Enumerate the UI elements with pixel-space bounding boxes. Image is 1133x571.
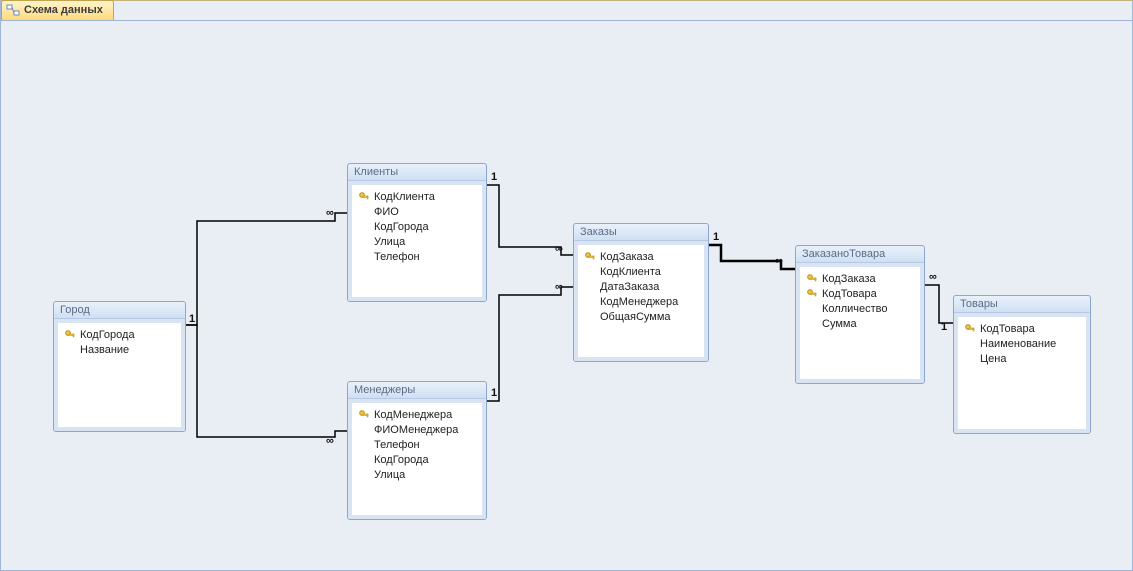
field-row[interactable]: КодТовара — [806, 286, 914, 301]
field-name: ДатаЗаказа — [600, 281, 659, 293]
key-icon — [806, 273, 818, 285]
table-menedzhery[interactable]: Менеджеры КодМенеджера ФИОМенеджера Теле… — [347, 381, 487, 520]
field-name: КодЗаказа — [822, 273, 876, 285]
table-klienty[interactable]: Клиенты КодКлиента ФИО КодГорода Улица Т… — [347, 163, 487, 302]
field-row[interactable]: Название — [64, 342, 175, 357]
field-name: Улица — [374, 469, 405, 481]
rel-mark-one: 1 — [713, 231, 719, 243]
table-title: Товары — [954, 296, 1090, 313]
field-name: Телефон — [374, 251, 420, 263]
relationships-icon — [6, 3, 20, 17]
field-name: КодГорода — [80, 329, 135, 341]
rel-mark-one: 1 — [189, 313, 195, 325]
field-row[interactable]: КодТовара — [964, 321, 1080, 336]
field-name: КодГорода — [374, 454, 429, 466]
field-name: КодГорода — [374, 221, 429, 233]
rel-mark-many: ∞ — [555, 243, 563, 255]
table-zakazy[interactable]: Заказы КодЗаказа КодКлиента ДатаЗаказа К… — [573, 223, 709, 362]
field-row[interactable]: КодМенеджера — [358, 407, 476, 422]
table-title: ЗаказаноТовара — [796, 246, 924, 263]
field-row[interactable]: Колличество — [806, 301, 914, 316]
field-name: Сумма — [822, 318, 857, 330]
field-name: Улица — [374, 236, 405, 248]
field-row[interactable]: Сумма — [806, 316, 914, 331]
rel-mark-many: ∞ — [326, 435, 334, 447]
field-row[interactable]: Телефон — [358, 437, 476, 452]
rel-mark-one: 1 — [491, 171, 497, 183]
key-icon — [64, 329, 76, 341]
field-name: ФИОМенеджера — [374, 424, 458, 436]
field-row[interactable]: ФИОМенеджера — [358, 422, 476, 437]
table-title: Заказы — [574, 224, 708, 241]
rel-mark-many: ∞ — [555, 281, 563, 293]
field-name: Название — [80, 344, 129, 356]
field-row[interactable]: Телефон — [358, 249, 476, 264]
field-row[interactable]: КодГорода — [358, 219, 476, 234]
field-name: КодЗаказа — [600, 251, 654, 263]
tab-title: Схема данных — [24, 4, 103, 16]
field-row[interactable]: ФИО — [358, 204, 476, 219]
field-name: Цена — [980, 353, 1006, 365]
field-name: КодТовара — [980, 323, 1035, 335]
field-row[interactable]: КодКлиента — [584, 264, 698, 279]
table-title: Клиенты — [348, 164, 486, 181]
field-row[interactable]: Улица — [358, 467, 476, 482]
field-name: Колличество — [822, 303, 888, 315]
rel-mark-many: ∞ — [929, 271, 937, 283]
table-gorod[interactable]: Город КодГорода Название — [53, 301, 186, 432]
field-row[interactable]: КодГорода — [358, 452, 476, 467]
rel-mark-one: 1 — [941, 321, 947, 333]
field-row[interactable]: КодГорода — [64, 327, 175, 342]
field-row[interactable]: ОбщаяСумма — [584, 309, 698, 324]
table-fields: КодЗаказа КодКлиента ДатаЗаказа КодМенед… — [574, 241, 708, 361]
field-row[interactable]: ДатаЗаказа — [584, 279, 698, 294]
active-tab[interactable]: Схема данных — [1, 0, 114, 21]
table-title: Город — [54, 302, 185, 319]
field-name: КодТовара — [822, 288, 877, 300]
field-name: КодМенеджера — [600, 296, 678, 308]
field-name: Наименование — [980, 338, 1056, 350]
table-tovary[interactable]: Товары КодТовара Наименование Цена — [953, 295, 1091, 434]
field-row[interactable]: Улица — [358, 234, 476, 249]
field-row[interactable]: Цена — [964, 351, 1080, 366]
field-row[interactable]: КодКлиента — [358, 189, 476, 204]
field-row[interactable]: Наименование — [964, 336, 1080, 351]
rel-mark-one: 1 — [491, 387, 497, 399]
diagram-canvas[interactable]: 1 ∞ ∞ 1 ∞ 1 ∞ 1 ∞ ∞ 1 Город КодГорода На… — [1, 20, 1132, 570]
table-fields: КодГорода Название — [54, 319, 185, 431]
key-icon — [806, 288, 818, 300]
key-icon — [964, 323, 976, 335]
field-name: КодКлиента — [374, 191, 435, 203]
table-fields: КодМенеджера ФИОМенеджера Телефон КодГор… — [348, 399, 486, 519]
key-icon — [358, 409, 370, 421]
field-name: Телефон — [374, 439, 420, 451]
field-name: КодМенеджера — [374, 409, 452, 421]
field-name: ФИО — [374, 206, 399, 218]
table-fields: КодКлиента ФИО КодГорода Улица Телефон — [348, 181, 486, 301]
key-icon — [584, 251, 596, 263]
rel-mark-many: ∞ — [326, 207, 334, 219]
key-icon — [358, 191, 370, 203]
table-title: Менеджеры — [348, 382, 486, 399]
field-name: КодКлиента — [600, 266, 661, 278]
field-row[interactable]: КодМенеджера — [584, 294, 698, 309]
table-zakazanotovara[interactable]: ЗаказаноТовара КодЗаказа КодТовара Колли… — [795, 245, 925, 384]
table-fields: КодТовара Наименование Цена — [954, 313, 1090, 433]
table-fields: КодЗаказа КодТовара Колличество Сумма — [796, 263, 924, 383]
field-row[interactable]: КодЗаказа — [584, 249, 698, 264]
rel-mark-many: ∞ — [775, 255, 783, 267]
relationships-window: Схема данных 1 ∞ ∞ 1 ∞ 1 ∞ 1 ∞ ∞ 1 — [0, 0, 1133, 571]
field-name: ОбщаяСумма — [600, 311, 671, 323]
field-row[interactable]: КодЗаказа — [806, 271, 914, 286]
